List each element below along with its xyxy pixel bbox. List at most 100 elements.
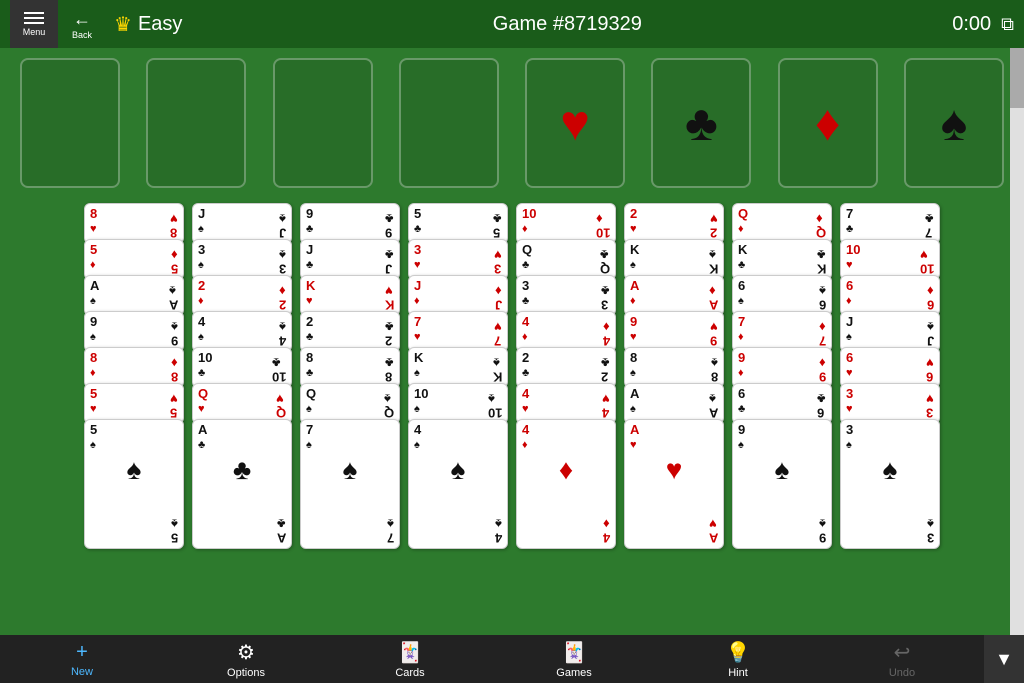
playing-card[interactable]: 7♥ 7♥ (408, 311, 508, 352)
playing-card[interactable]: A♣ ♣ A♣ (192, 419, 292, 549)
playing-card[interactable]: Q♠ Q♠ (300, 383, 400, 424)
playing-card[interactable]: 3♣ 3♣ (516, 275, 616, 316)
playing-card[interactable]: Q♣ Q♣ (516, 239, 616, 280)
playing-card[interactable]: 4♠ ♠ 4♠ (408, 419, 508, 549)
playing-card[interactable]: 5♦ 5♦ (84, 239, 184, 280)
tableau-column-4[interactable]: 5♣ 5♣ 3♥ 3♥ J♦ J♦ 7♥ (408, 203, 508, 559)
playing-card[interactable]: 9♥ 9♥ (624, 311, 724, 352)
playing-card[interactable]: 7♠ ♠ 7♠ (300, 419, 400, 549)
playing-card[interactable]: 10♣ 10♣ (192, 347, 292, 388)
playing-card[interactable]: Q♥ Q♥ (192, 383, 292, 424)
playing-card[interactable]: 10♥ 10♥ (840, 239, 940, 280)
card-center-suit: ♠ (414, 454, 502, 486)
playing-card[interactable]: 8♠ 8♠ (624, 347, 724, 388)
playing-card[interactable]: 2♣ 2♣ (300, 311, 400, 352)
playing-card[interactable]: A♥ ♥ A♥ (624, 419, 724, 549)
playing-card[interactable]: 5♣ 5♣ (408, 203, 508, 244)
playing-card[interactable]: 3♥ 3♥ (840, 383, 940, 424)
scroll-down-button[interactable]: ▼ (984, 635, 1024, 683)
new-button[interactable]: + New (0, 635, 164, 683)
card-rank-bottom: K♠ (709, 247, 718, 276)
playing-card[interactable]: 10♠ 10♠ (408, 383, 508, 424)
playing-card[interactable]: 9♠ 9♠ (84, 311, 184, 352)
freecell-4[interactable] (399, 58, 499, 188)
tableau-column-1[interactable]: 8♥ 8♥ 5♦ 5♦ A♠ A♠ 9♠ (84, 203, 184, 559)
playing-card[interactable]: 8♥ 8♥ (84, 203, 184, 244)
playing-card[interactable]: 5♠ ♠ 5♠ (84, 419, 184, 549)
playing-card[interactable]: 6♣ 6♣ (732, 383, 832, 424)
playing-card[interactable]: 3♠ 3♠ (192, 239, 292, 280)
scrollbar[interactable] (1010, 48, 1024, 635)
playing-card[interactable]: K♠ K♠ (408, 347, 508, 388)
tableau-column-6[interactable]: 2♥ 2♥ K♠ K♠ A♦ A♦ 9♥ (624, 203, 724, 559)
playing-card[interactable]: 4♦ ♦ 4♦ (516, 419, 616, 549)
playing-card[interactable]: 9♠ ♠ 9♠ (732, 419, 832, 549)
playing-card[interactable]: 7♣ 7♣ (840, 203, 940, 244)
playing-card[interactable]: 5♥ 5♥ (84, 383, 184, 424)
playing-card[interactable]: 4♠ 4♠ (192, 311, 292, 352)
playing-card[interactable]: 3♠ ♠ 3♠ (840, 419, 940, 549)
playing-card[interactable]: 3♥ 3♥ (408, 239, 508, 280)
tableau-column-3[interactable]: 9♣ 9♣ J♣ J♣ K♥ K♥ 2♣ (300, 203, 400, 559)
playing-card[interactable]: A♦ A♦ (624, 275, 724, 316)
menu-button[interactable]: Menu (10, 0, 58, 48)
playing-card[interactable]: 6♠ 6♠ (732, 275, 832, 316)
card-rank-bottom: 3♥ (494, 247, 502, 276)
cards-button[interactable]: 🃏 Cards (328, 635, 492, 683)
playing-card[interactable]: 9♦ 9♦ (732, 347, 832, 388)
playing-card[interactable]: A♠ A♠ (624, 383, 724, 424)
playing-card[interactable]: 7♦ 7♦ (732, 311, 832, 352)
freecell-2[interactable] (146, 58, 246, 188)
card-rank-bottom: K♣ (817, 247, 826, 276)
playing-card[interactable]: 2♥ 2♥ (624, 203, 724, 244)
playing-card[interactable]: 8♦ 8♦ (84, 347, 184, 388)
playing-card[interactable]: J♦ J♦ (408, 275, 508, 316)
foundation-spades[interactable]: ♠ (904, 58, 1004, 188)
card-rank-top: Q♥ (198, 387, 286, 416)
foundation-clubs[interactable]: ♣ (651, 58, 751, 188)
back-icon: ← (73, 9, 91, 30)
playing-card[interactable]: J♣ J♣ (300, 239, 400, 280)
card-rank-bottom: A♦ (709, 283, 718, 312)
playing-card[interactable]: 9♣ 9♣ (300, 203, 400, 244)
freecell-3[interactable] (273, 58, 373, 188)
card-rank-bottom: K♥ (385, 283, 394, 312)
tableau-column-8[interactable]: 7♣ 7♣ 10♥ 10♥ 6♦ 6♦ J♠ (840, 203, 940, 559)
playing-card[interactable]: 2♦ 2♦ (192, 275, 292, 316)
playing-card[interactable]: 4♦ 4♦ (516, 311, 616, 352)
freecell-1[interactable] (20, 58, 120, 188)
playing-card[interactable]: A♠ A♠ (84, 275, 184, 316)
playing-card[interactable]: 6♥ 6♥ (840, 347, 940, 388)
undo-button[interactable]: ↩ Undo (820, 635, 984, 683)
options-button[interactable]: ⚙ Options (164, 635, 328, 683)
tableau-column-7[interactable]: Q♦ Q♦ K♣ K♣ 6♠ 6♠ 7♦ (732, 203, 832, 559)
tableau-column-5[interactable]: 10♦ 10♦ Q♣ Q♣ 3♣ 3♣ 4♦ (516, 203, 616, 559)
playing-card[interactable]: J♠ J♠ (840, 311, 940, 352)
playing-card[interactable]: 4♥ 4♥ (516, 383, 616, 424)
foundation-hearts[interactable]: ♥ (525, 58, 625, 188)
playing-card[interactable]: 6♦ 6♦ (840, 275, 940, 316)
card-center-suit: ♥ (630, 454, 718, 486)
footer: + New ⚙ Options 🃏 Cards 🃏 Games 💡 Hint ↩… (0, 635, 1024, 683)
playing-card[interactable]: 10♦ 10♦ (516, 203, 616, 244)
card-rank-bottom: 5♠ (171, 516, 178, 545)
card-rank-bottom: 9♠ (819, 516, 826, 545)
playing-card[interactable]: K♣ K♣ (732, 239, 832, 280)
card-rank-bottom: 4♥ (602, 391, 610, 420)
playing-card[interactable]: Q♦ Q♦ (732, 203, 832, 244)
resize-button[interactable]: ⧉ (1001, 14, 1014, 35)
foundation-diamonds[interactable]: ♦ (778, 58, 878, 188)
menu-label: Menu (23, 27, 46, 37)
hint-button[interactable]: 💡 Hint (656, 635, 820, 683)
tableau-column-2[interactable]: J♠ J♠ 3♠ 3♠ 2♦ 2♦ 4♠ (192, 203, 292, 559)
card-rank-top: 6♠ (738, 279, 826, 308)
playing-card[interactable]: J♠ J♠ (192, 203, 292, 244)
playing-card[interactable]: 2♣ 2♣ (516, 347, 616, 388)
card-rank-bottom: 10♣ (272, 355, 286, 384)
games-button[interactable]: 🃏 Games (492, 635, 656, 683)
playing-card[interactable]: 8♣ 8♣ (300, 347, 400, 388)
playing-card[interactable]: K♠ K♠ (624, 239, 724, 280)
back-button[interactable]: ← Back (58, 0, 106, 48)
scrollbar-thumb[interactable] (1010, 48, 1024, 108)
playing-card[interactable]: K♥ K♥ (300, 275, 400, 316)
